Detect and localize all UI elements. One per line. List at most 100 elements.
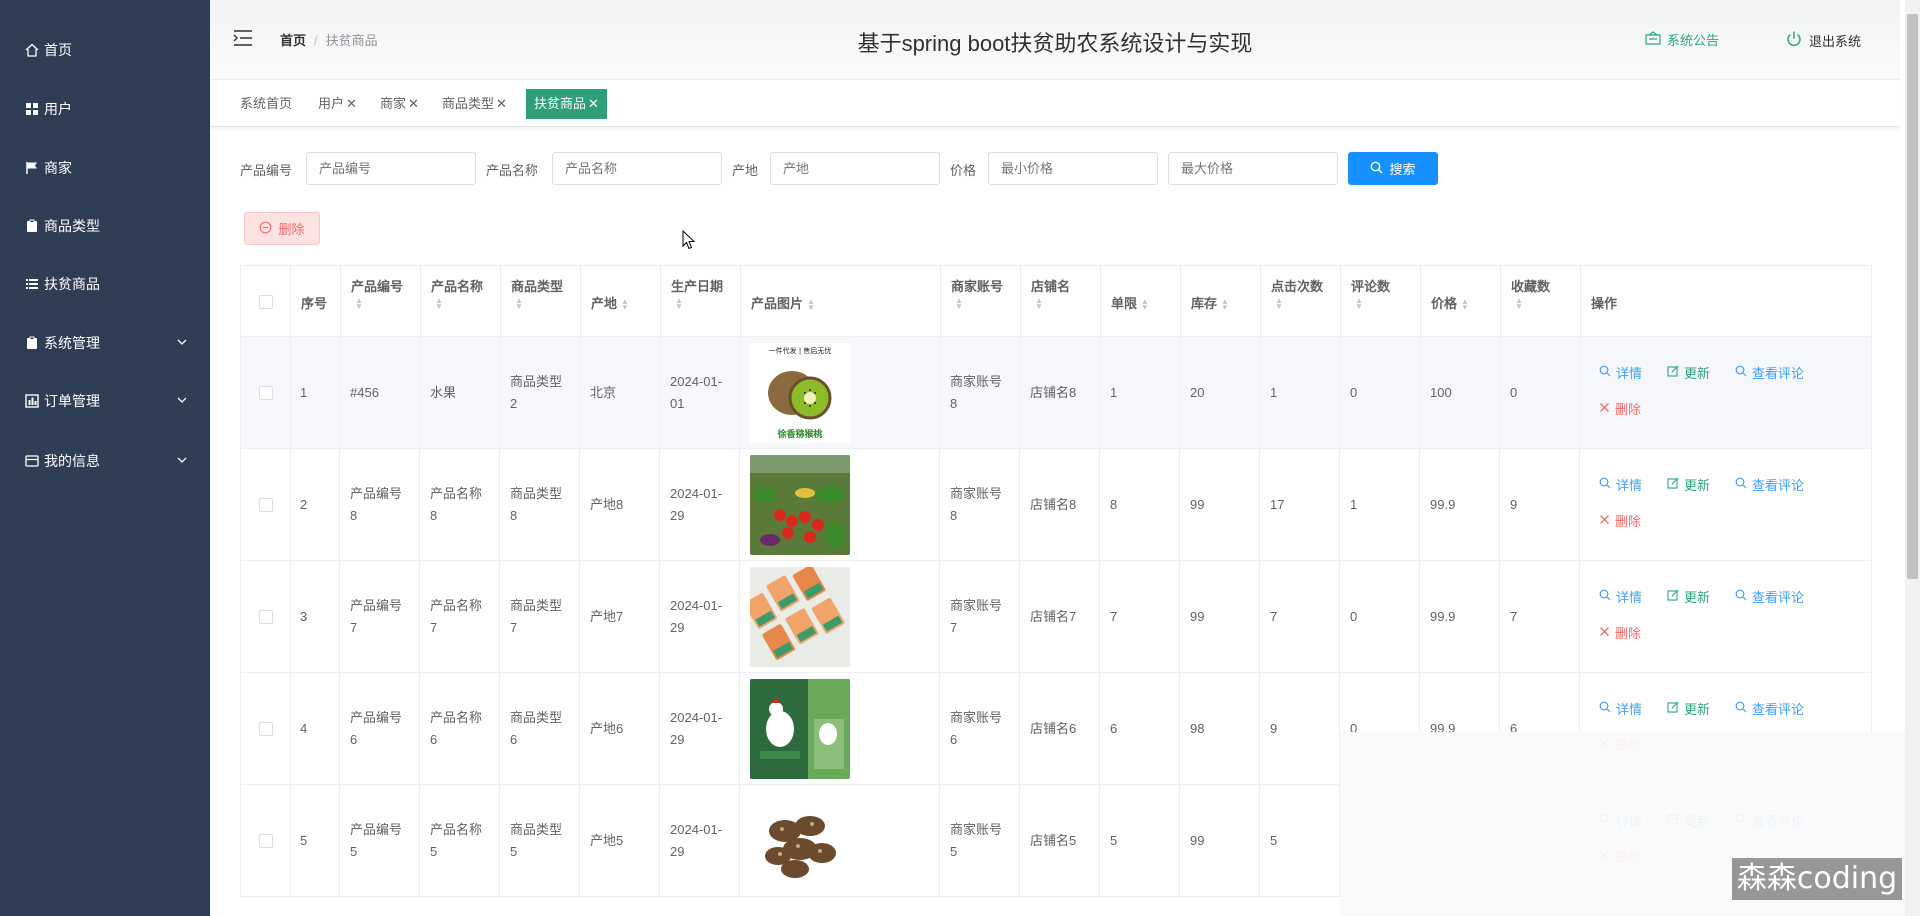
- col-header-price[interactable]: 价格 ▲ ▼: [1421, 266, 1501, 338]
- cell-code: 产品编号7: [340, 561, 420, 673]
- table-row[interactable]: 1 #456 水果 商品类型2 北京 2024-01-01 商家账号8 店铺名8 1 20 1 0 10…: [240, 337, 1872, 449]
- update-button[interactable]: 更新: [1667, 363, 1710, 382]
- sidebar-item-product-types[interactable]: 商品类型: [0, 206, 210, 246]
- close-icon[interactable]: ✕: [588, 96, 599, 111]
- col-header-index: 序号: [291, 266, 341, 338]
- cell-code: 产品编号8: [340, 449, 420, 561]
- col-header-favorites[interactable]: 收藏数 ▲ ▼: [1501, 266, 1581, 338]
- cell-code: 产品编号5: [340, 785, 420, 897]
- product-thumbnail[interactable]: [750, 455, 850, 555]
- col-header-comments[interactable]: 评论数 ▲ ▼: [1341, 266, 1421, 338]
- col-header-date[interactable]: 生产日期 ▲ ▼: [661, 266, 741, 338]
- close-icon[interactable]: ✕: [496, 96, 507, 111]
- cell-limit: 7: [1100, 561, 1180, 673]
- sidebar-item-my-info[interactable]: 我的信息: [0, 441, 210, 481]
- cell-price: 100: [1420, 337, 1500, 449]
- detail-button[interactable]: 详情: [1599, 475, 1642, 494]
- product-thumbnail[interactable]: [750, 567, 850, 667]
- table-row[interactable]: 2 产品编号8 产品名称8 商品类型8 产地8 2024-01-29 商家账号8 店铺名8 8 9…: [240, 449, 1872, 561]
- sidebar-item-label: 扶贫商品: [44, 276, 100, 292]
- cell-date: 2024-01-29: [660, 561, 740, 673]
- cell-price: 99.9: [1420, 449, 1500, 561]
- sort-icon: ▲ ▼: [1461, 296, 1469, 312]
- col-header-shop[interactable]: 店铺名 ▲ ▼: [1021, 266, 1101, 338]
- close-icon: [1599, 401, 1610, 416]
- system-notice-label: 系统公告: [1667, 33, 1720, 48]
- code-search-input[interactable]: [306, 152, 476, 185]
- cell-select: [241, 561, 291, 673]
- view-comments-button[interactable]: 查看评论: [1735, 363, 1804, 382]
- col-header-limit[interactable]: 单限 ▲ ▼: [1101, 266, 1181, 338]
- row-checkbox[interactable]: [258, 610, 273, 624]
- cell-shop: 店铺名6: [1020, 673, 1100, 785]
- select-all-checkbox[interactable]: [258, 295, 273, 309]
- sidebar-item-merchants[interactable]: 商家: [0, 148, 210, 188]
- tab-system-home[interactable]: 系统首页: [236, 89, 296, 119]
- row-checkbox[interactable]: [258, 834, 273, 848]
- tab-poverty-products[interactable]: 扶贫商品 ✕: [526, 89, 607, 119]
- cell-actions: 详情 更新 查看评论 删除: [1581, 561, 1871, 673]
- cell-image: [740, 561, 940, 673]
- col-header-origin[interactable]: 产地 ▲ ▼: [581, 266, 661, 338]
- min-price-input[interactable]: [988, 152, 1158, 185]
- sort-icon: ▲ ▼: [1221, 296, 1229, 312]
- search-button[interactable]: 搜索: [1348, 152, 1438, 185]
- max-price-input[interactable]: [1168, 152, 1338, 185]
- product-thumbnail[interactable]: [750, 679, 850, 779]
- update-button[interactable]: 更新: [1667, 699, 1710, 718]
- detail-button[interactable]: 详情: [1599, 699, 1642, 718]
- origin-label: 产地: [732, 163, 759, 178]
- cell-date: 2024-01-29: [660, 785, 740, 897]
- delete-row-button[interactable]: 删除: [1599, 399, 1641, 418]
- col-header-merchant[interactable]: 商家账号 ▲ ▼: [941, 266, 1021, 338]
- sidebar-item-home[interactable]: 首页: [0, 30, 210, 70]
- tab-label: 商家: [380, 96, 407, 111]
- view-comments-button[interactable]: 查看评论: [1735, 587, 1804, 606]
- sidebar-item-orders[interactable]: 订单管理: [0, 381, 210, 421]
- tab-users[interactable]: 用户 ✕: [314, 89, 361, 119]
- view-comments-button[interactable]: 查看评论: [1735, 475, 1804, 494]
- cell-type: 商品类型5: [500, 785, 580, 897]
- scrollbar-thumb[interactable]: [1907, 14, 1918, 579]
- close-icon[interactable]: ✕: [346, 96, 357, 111]
- cell-name: 产品名称6: [420, 673, 500, 785]
- col-header-stock[interactable]: 库存 ▲ ▼: [1181, 266, 1261, 338]
- row-checkbox[interactable]: [258, 722, 273, 736]
- tab-label: 系统首页: [240, 96, 293, 111]
- row-checkbox[interactable]: [258, 386, 273, 400]
- col-header-name[interactable]: 产品名称 ▲ ▼: [421, 266, 501, 338]
- close-icon[interactable]: ✕: [408, 96, 419, 111]
- product-thumbnail[interactable]: 一件代发 | 售后无忧 徐香猕猴桃: [750, 343, 850, 443]
- table-row[interactable]: 3 产品编号7 产品名称7 商品类型7 产地7 2024-01-29 商家账号7 店铺名7 7 9…: [240, 561, 1872, 673]
- cell-clicks: 7: [1260, 561, 1340, 673]
- batch-delete-button[interactable]: 删除: [244, 212, 320, 245]
- delete-row-button[interactable]: 删除: [1599, 623, 1641, 642]
- cell-type: 商品类型2: [500, 337, 580, 449]
- col-header-type[interactable]: 商品类型 ▲ ▼: [501, 266, 581, 338]
- view-comments-button[interactable]: 查看评论: [1735, 699, 1804, 718]
- col-header-image[interactable]: 产品图片 ▲ ▼: [741, 266, 941, 338]
- row-checkbox[interactable]: [258, 498, 273, 512]
- sort-icon: ▲ ▼: [807, 296, 815, 312]
- sidebar-item-label: 系统管理: [44, 335, 100, 351]
- tab-product-types[interactable]: 商品类型 ✕: [438, 89, 511, 119]
- col-header-clicks[interactable]: 点击次数 ▲ ▼: [1261, 266, 1341, 338]
- cell-origin: 产地5: [580, 785, 660, 897]
- delete-row-button[interactable]: 删除: [1599, 511, 1641, 530]
- origin-search-input[interactable]: [770, 152, 940, 185]
- sidebar-item-system[interactable]: 系统管理: [0, 323, 210, 363]
- name-search-input[interactable]: [552, 152, 722, 185]
- logout-button[interactable]: 退出系统: [1785, 30, 1861, 51]
- detail-button[interactable]: 详情: [1599, 587, 1642, 606]
- sidebar-item-poverty-products[interactable]: 扶贫商品: [0, 264, 210, 304]
- chevron-down-icon: [176, 335, 188, 351]
- sidebar-item-users[interactable]: 用户: [0, 89, 210, 129]
- system-notice-link[interactable]: 系统公告: [1645, 30, 1719, 49]
- tab-merchants[interactable]: 商家 ✕: [376, 89, 423, 119]
- product-thumbnail[interactable]: [750, 791, 850, 891]
- update-button[interactable]: 更新: [1667, 475, 1710, 494]
- col-header-code[interactable]: 产品编号 ▲ ▼: [341, 266, 421, 338]
- cell-type: 商品类型6: [500, 673, 580, 785]
- detail-button[interactable]: 详情: [1599, 363, 1642, 382]
- update-button[interactable]: 更新: [1667, 587, 1710, 606]
